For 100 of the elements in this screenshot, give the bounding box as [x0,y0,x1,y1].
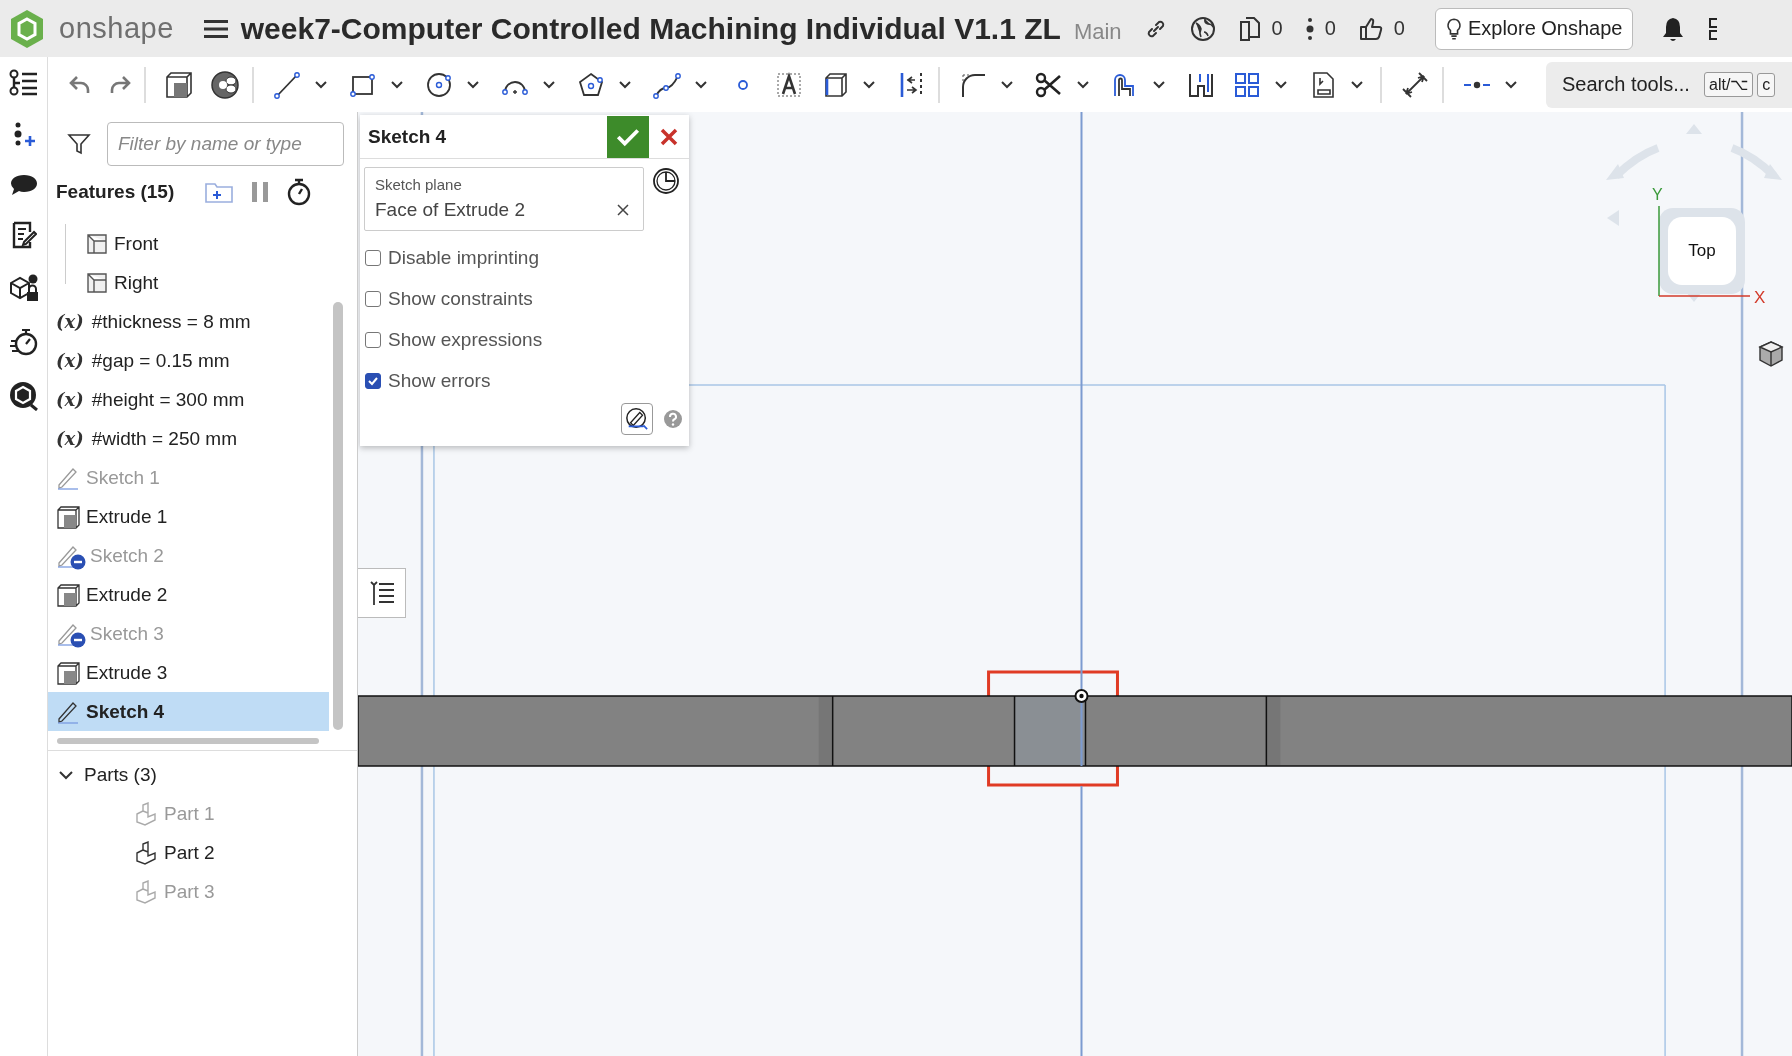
feature-item[interactable]: (x) #gap = 0.15 mm [48,341,329,380]
feature-item[interactable]: Sketch 4 [48,692,329,731]
accept-button[interactable] [607,115,649,158]
logo-icon[interactable] [9,8,45,49]
feature-label: #thickness = 8 mm [91,310,251,333]
part-label: Part 2 [164,841,215,864]
variable-symbol: (x) [56,350,84,371]
feature-label: Extrude 1 [86,505,168,528]
pencil-circle-icon [625,407,649,431]
caret-icon[interactable] [1152,79,1166,90]
sketch-tool-button[interactable] [621,403,653,435]
caret-icon[interactable] [1076,79,1090,90]
caret-icon[interactable] [1274,79,1288,90]
caret-icon[interactable] [314,79,328,90]
dots-icon[interactable] [1304,15,1315,42]
lightbulb-icon [1445,16,1462,41]
sketch-plane-icon[interactable] [210,69,240,100]
option-checkbox[interactable]: Show constraints [360,278,689,319]
clear-icon[interactable] [617,204,629,216]
feature-label: #width = 250 mm [91,427,237,450]
dimension-tool-icon[interactable] [1400,69,1430,100]
feature-item[interactable]: Extrude 2 [48,575,329,614]
scrollbar[interactable] [57,738,319,744]
caret-icon[interactable] [1504,79,1518,90]
add-folder-icon[interactable] [204,180,235,204]
stopwatch-icon[interactable] [286,178,313,206]
option-checkbox[interactable]: Show expressions [360,319,689,360]
counter-value: 0 [1271,17,1283,40]
notes-icon[interactable] [10,221,37,249]
pause-icon[interactable] [250,181,271,203]
caret-icon[interactable] [1000,79,1014,90]
list-icon [367,579,396,607]
part-drawing[interactable] [358,670,1792,787]
feature-label: Extrude 2 [86,583,168,606]
filter-icon[interactable] [67,132,91,156]
part-label: Part 1 [164,802,215,825]
feature-label: Front [114,232,159,255]
feature-item[interactable]: Extrude 1 [48,497,329,536]
app-store-icon[interactable] [8,381,39,411]
copies-icon[interactable] [1237,15,1262,42]
menu-icon[interactable] [203,18,228,39]
filter-field[interactable]: Filter by name or type [107,122,344,166]
option-checkbox[interactable]: Show errors [360,360,689,401]
chevron-icon [58,768,74,781]
part-icon [134,879,158,904]
shortcut-key: c [1757,72,1776,97]
feature-label: Sketch 1 [86,466,160,489]
list-toggle-button[interactable] [358,568,406,618]
explore-button[interactable]: Explore Onshape [1434,7,1634,50]
feature-label: #gap = 0.15 mm [91,349,230,372]
search-tools-field[interactable]: Search tools... [1560,72,1700,97]
notification-bell-icon[interactable] [1661,15,1686,42]
parts-header[interactable]: Parts (3) [48,755,357,794]
features-header: Features (15) [56,181,175,203]
stopwatch-icon[interactable] [8,327,39,357]
logo-text[interactable]: onshape [59,12,174,45]
feature-item[interactable]: Front [48,224,329,263]
plane-icon [86,232,108,255]
apps-grid-icon[interactable] [1709,15,1718,42]
dialog-title: Sketch 4 [368,125,448,148]
x-axis-label: X [1754,288,1766,308]
cube-icon[interactable] [164,69,194,100]
cube-icon[interactable] [1758,340,1784,368]
feature-item[interactable]: (x) #thickness = 8 mm [48,302,329,341]
globe-icon[interactable] [1189,15,1216,42]
variable-symbol: (x) [56,428,84,449]
caret-icon[interactable] [466,79,480,90]
field-label: Sketch plane [375,176,463,193]
feature-item[interactable]: (x) #width = 250 mm [48,419,329,458]
view-cube-face[interactable]: Top [1668,217,1736,285]
shortcut-key: alt/⌥ [1704,72,1754,97]
caret-icon[interactable] [694,79,708,90]
feature-item[interactable]: Extrude 3 [48,653,329,692]
feature-item[interactable]: (x) #height = 300 mm [48,380,329,419]
cube-lock-icon[interactable] [8,273,39,303]
help-icon[interactable] [663,409,683,429]
part-item[interactable]: Part 2 [48,833,357,872]
caret-icon[interactable] [618,79,632,90]
feature-label: Right [114,271,159,294]
caret-icon[interactable] [390,79,404,90]
counter-value: 0 [1393,17,1405,40]
part-icon [134,840,158,865]
caret-icon[interactable] [1350,79,1364,90]
feature-item[interactable]: Right [48,263,329,302]
line-tool-icon[interactable] [272,69,302,100]
view-normal-icon[interactable] [652,167,680,195]
cube-icon [56,659,82,686]
caret-icon[interactable] [862,79,876,90]
comment-icon[interactable] [9,173,38,197]
variable-symbol: (x) [56,389,84,410]
scrollbar[interactable] [333,302,343,730]
caret-icon[interactable] [542,79,556,90]
close-icon [659,126,679,147]
sketch-plane-field[interactable]: Sketch plane Face of Extrude 2 [364,167,644,231]
option-checkbox[interactable]: Disable imprinting [360,237,689,278]
document-title: week7-Computer Controlled Machining Individual V1.1 ZL [240,11,1061,46]
feature-list-icon[interactable] [8,69,39,97]
cube-icon [56,581,82,608]
graphics-area[interactable]: Sketch 4 Sketch plane Face of Extrude 2 Disable imprinting Show constraints Show expressions Show errors Top Y X [358,112,1792,1056]
thumbs-up-icon[interactable] [1357,15,1384,42]
